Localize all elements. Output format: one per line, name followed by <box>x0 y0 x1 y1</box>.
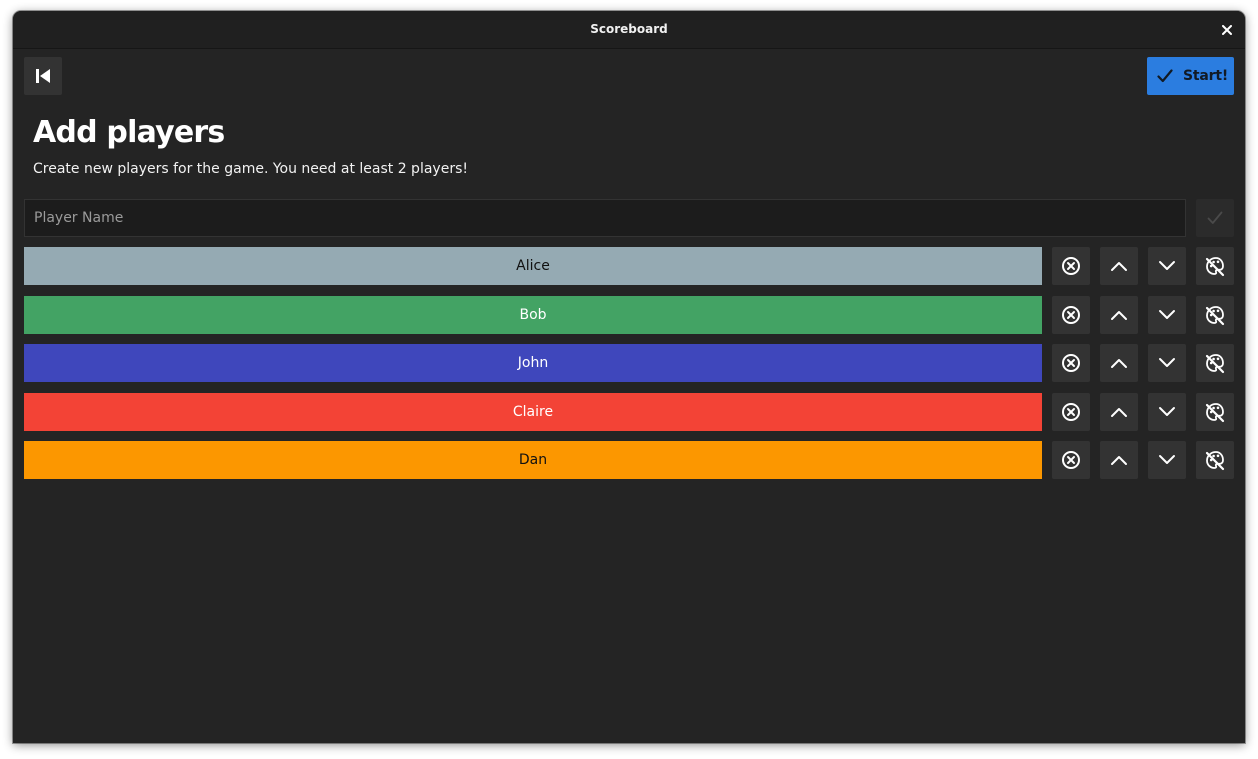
remove-player-button[interactable] <box>1052 247 1090 285</box>
remove-circle-icon <box>1062 257 1080 275</box>
window-title: Scoreboard <box>590 22 668 36</box>
player-row: Alice <box>24 247 1234 285</box>
chevron-up-icon <box>1111 407 1127 417</box>
chevron-down-icon <box>1159 406 1175 416</box>
start-button[interactable]: Start! <box>1147 57 1234 95</box>
player-row: Bob <box>24 295 1234 334</box>
player-list: Alice Bob John Claire Dan <box>24 247 1234 490</box>
move-up-button[interactable] <box>1100 441 1138 479</box>
chevron-up-icon <box>1111 456 1127 465</box>
player-name[interactable]: Alice <box>24 247 1042 285</box>
change-color-button[interactable] <box>1196 392 1234 431</box>
page-title: Add players <box>33 115 225 150</box>
checkmark-icon <box>1207 211 1223 224</box>
palette-icon <box>1205 354 1225 374</box>
close-icon <box>1222 25 1232 35</box>
app-window: Scoreboard Start! Add players Create new… <box>13 11 1245 743</box>
chevron-down-icon <box>1159 358 1175 367</box>
chevron-down-icon <box>1159 309 1175 319</box>
player-row: John <box>24 344 1234 382</box>
change-color-button[interactable] <box>1196 247 1234 285</box>
palette-icon <box>1205 305 1225 325</box>
skip-to-start-icon <box>36 69 50 83</box>
remove-circle-icon <box>1062 402 1080 421</box>
move-up-button[interactable] <box>1100 344 1138 382</box>
change-color-button[interactable] <box>1196 441 1234 479</box>
player-name[interactable]: Dan <box>24 441 1042 479</box>
player-name[interactable]: Bob <box>24 295 1042 334</box>
player-name-input[interactable] <box>24 199 1186 237</box>
move-down-button[interactable] <box>1148 295 1186 334</box>
player-name[interactable]: John <box>24 344 1042 382</box>
remove-circle-icon <box>1062 354 1080 372</box>
move-down-button[interactable] <box>1148 344 1186 382</box>
move-up-button[interactable] <box>1100 392 1138 431</box>
move-up-button[interactable] <box>1100 295 1138 334</box>
chevron-down-icon <box>1159 455 1175 464</box>
remove-player-button[interactable] <box>1052 295 1090 334</box>
player-name[interactable]: Claire <box>24 392 1042 431</box>
chevron-down-icon <box>1159 261 1175 270</box>
back-button[interactable] <box>24 57 62 95</box>
move-down-button[interactable] <box>1148 247 1186 285</box>
close-button[interactable] <box>1217 20 1237 40</box>
remove-circle-icon <box>1062 305 1080 324</box>
remove-player-button[interactable] <box>1052 344 1090 382</box>
title-bar: Scoreboard <box>13 11 1245 49</box>
palette-icon <box>1205 257 1225 277</box>
palette-icon <box>1205 402 1225 422</box>
page-subtitle: Create new players for the game. You nee… <box>33 161 468 177</box>
move-down-button[interactable] <box>1148 392 1186 431</box>
remove-player-button[interactable] <box>1052 441 1090 479</box>
remove-circle-icon <box>1062 451 1080 469</box>
checkmark-icon <box>1157 69 1173 83</box>
player-row: Dan <box>24 441 1234 479</box>
palette-icon <box>1205 451 1225 471</box>
change-color-button[interactable] <box>1196 295 1234 334</box>
chevron-up-icon <box>1111 262 1127 271</box>
move-down-button[interactable] <box>1148 441 1186 479</box>
chevron-up-icon <box>1111 359 1127 368</box>
change-color-button[interactable] <box>1196 344 1234 382</box>
chevron-up-icon <box>1111 310 1127 320</box>
move-up-button[interactable] <box>1100 247 1138 285</box>
player-row: Claire <box>24 392 1234 431</box>
remove-player-button[interactable] <box>1052 392 1090 431</box>
add-player-button[interactable] <box>1196 199 1234 237</box>
start-button-label: Start! <box>1183 68 1229 84</box>
